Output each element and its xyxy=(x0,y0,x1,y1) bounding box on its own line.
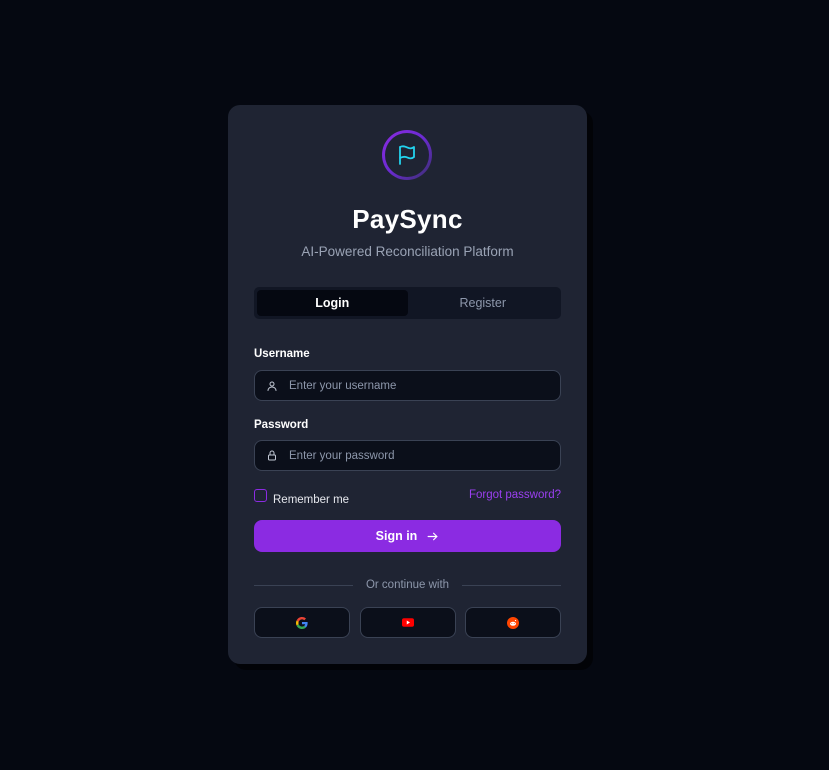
remember-me: Remember me xyxy=(254,488,350,506)
divider-text: Or continue with xyxy=(365,579,450,591)
forgot-password-link[interactable]: Forgot password? xyxy=(469,489,561,501)
reddit-icon xyxy=(507,616,519,629)
password-input[interactable] xyxy=(289,449,560,462)
password-label: Password xyxy=(254,419,309,431)
password-field xyxy=(254,440,561,471)
remember-me-checkbox[interactable] xyxy=(254,488,267,502)
reddit-login-button[interactable] xyxy=(465,607,561,638)
sign-in-label: Sign in xyxy=(375,529,418,543)
lock-icon xyxy=(257,449,287,462)
tab-register[interactable]: Register xyxy=(408,290,559,316)
username-field xyxy=(254,370,561,401)
app-logo xyxy=(382,130,432,180)
sign-in-button[interactable]: Sign in xyxy=(254,520,561,552)
user-icon xyxy=(257,380,287,392)
google-login-button[interactable] xyxy=(254,607,350,638)
app-subtitle: AI-Powered Reconciliation Platform xyxy=(301,244,514,259)
youtube-login-button[interactable] xyxy=(359,607,456,638)
social-login-buttons xyxy=(254,607,561,638)
username-input[interactable] xyxy=(289,379,560,392)
arrow-right-icon xyxy=(426,530,439,543)
login-card: PaySync AI-Powered Reconciliation Platfo… xyxy=(228,105,587,664)
username-label: Username xyxy=(254,348,310,360)
google-icon xyxy=(296,616,308,629)
flag-icon xyxy=(395,143,419,167)
remember-me-label: Remember me xyxy=(273,494,350,506)
social-divider: Or continue with xyxy=(254,579,562,591)
youtube-icon xyxy=(401,618,414,627)
app-title: PaySync xyxy=(352,204,463,234)
tab-login[interactable]: Login xyxy=(257,290,408,316)
auth-tabs: Login Register xyxy=(254,287,561,319)
